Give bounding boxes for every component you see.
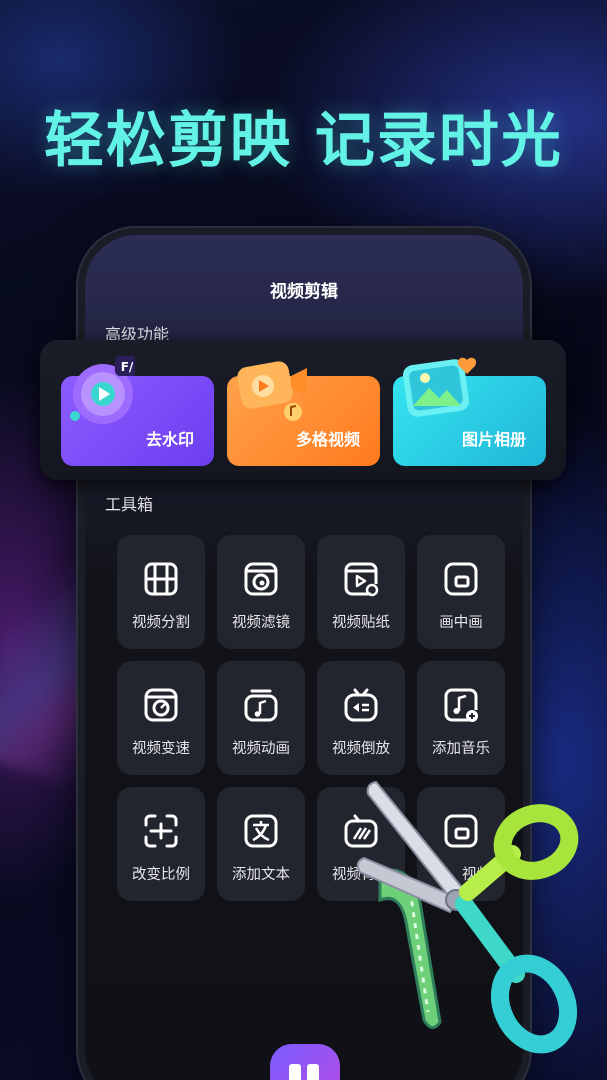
tool-video-animation[interactable]: 视频动画 (217, 661, 305, 775)
feature-label: 去水印 (145, 430, 194, 449)
reverse-icon (344, 688, 378, 722)
speed-icon (144, 688, 178, 722)
tool-label: 视频分割 (132, 615, 190, 631)
tool-label: 添加文本 (232, 867, 290, 883)
feature-photo-album[interactable]: 图片相册 (393, 357, 546, 466)
tool-label: 视频动画 (232, 741, 290, 757)
tool-add-text[interactable]: 添加文本 (217, 787, 305, 901)
tool-label: 改变比例 (132, 867, 190, 883)
bottom-nav-button[interactable] (270, 1044, 340, 1080)
nav-bar-left (289, 1064, 301, 1080)
scissors-film-icon (356, 780, 579, 1054)
feature-label: 多格视频 (295, 430, 360, 449)
tool-label: 视频倒放 (332, 741, 390, 757)
tool-video-split[interactable]: 视频分割 (117, 535, 205, 649)
nav-bar-right (307, 1064, 319, 1080)
film-split-icon (144, 562, 178, 596)
tool-label: 视频贴纸 (332, 615, 390, 631)
tool-video-reverse[interactable]: 视频倒放 (317, 661, 405, 775)
add-text-icon (244, 814, 278, 848)
tool-label: 画中画 (439, 615, 483, 631)
photo-album-icon (402, 357, 477, 417)
tool-video-sticker[interactable]: 视频贴纸 (317, 535, 405, 649)
svg-text:F/: F/ (121, 360, 134, 374)
tool-label: 视频变速 (132, 741, 190, 757)
page-title: 视频剪辑 (270, 282, 338, 302)
remove-watermark-icon: F/ (70, 356, 135, 424)
feature-remove-watermark[interactable]: F/ 去水印 (61, 356, 214, 466)
tool-video-speed[interactable]: 视频变速 (117, 661, 205, 775)
tool-add-music[interactable]: 添加音乐 (417, 661, 505, 775)
tool-label: 视频滤镜 (232, 615, 290, 631)
headline: 轻松剪映 记录时光 (44, 106, 563, 176)
advanced-features-panel: F/ 去水印 多格视频 图片相册 (40, 340, 566, 480)
picture-in-picture-icon (444, 562, 478, 596)
sticker-icon (344, 562, 379, 597)
section-label-toolbox: 工具箱 (105, 495, 154, 514)
tool-aspect-ratio[interactable]: 改变比例 (117, 787, 205, 901)
feature-label: 图片相册 (461, 430, 526, 449)
tool-video-filter[interactable]: 视频滤镜 (217, 535, 305, 649)
tool-label: 添加音乐 (432, 741, 490, 757)
aspect-ratio-icon (144, 814, 178, 848)
add-music-icon (444, 688, 478, 722)
multi-grid-video-icon (237, 361, 307, 421)
animation-icon (244, 689, 278, 722)
feature-multi-grid-video[interactable]: 多格视频 (227, 361, 380, 466)
filter-icon (244, 562, 278, 596)
tool-picture-in-picture[interactable]: 画中画 (417, 535, 505, 649)
